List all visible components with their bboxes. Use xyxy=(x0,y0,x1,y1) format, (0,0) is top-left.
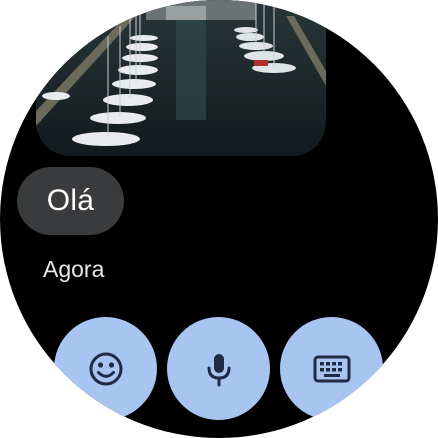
shared-photo[interactable] xyxy=(36,0,326,156)
voice-reply-button[interactable] xyxy=(167,317,270,420)
message-timestamp: Agora xyxy=(43,256,105,282)
keyboard-reply-button[interactable] xyxy=(280,317,383,420)
keyboard-icon xyxy=(313,355,350,382)
marina-photo-image xyxy=(36,0,326,156)
message-bubble[interactable]: Olá xyxy=(17,167,124,235)
emoji-reply-button[interactable] xyxy=(54,317,157,420)
message-text: Olá xyxy=(46,184,95,217)
microphone-icon xyxy=(207,353,230,386)
emoji-icon xyxy=(89,352,122,385)
watch-screen: Olá Agora xyxy=(0,0,438,438)
